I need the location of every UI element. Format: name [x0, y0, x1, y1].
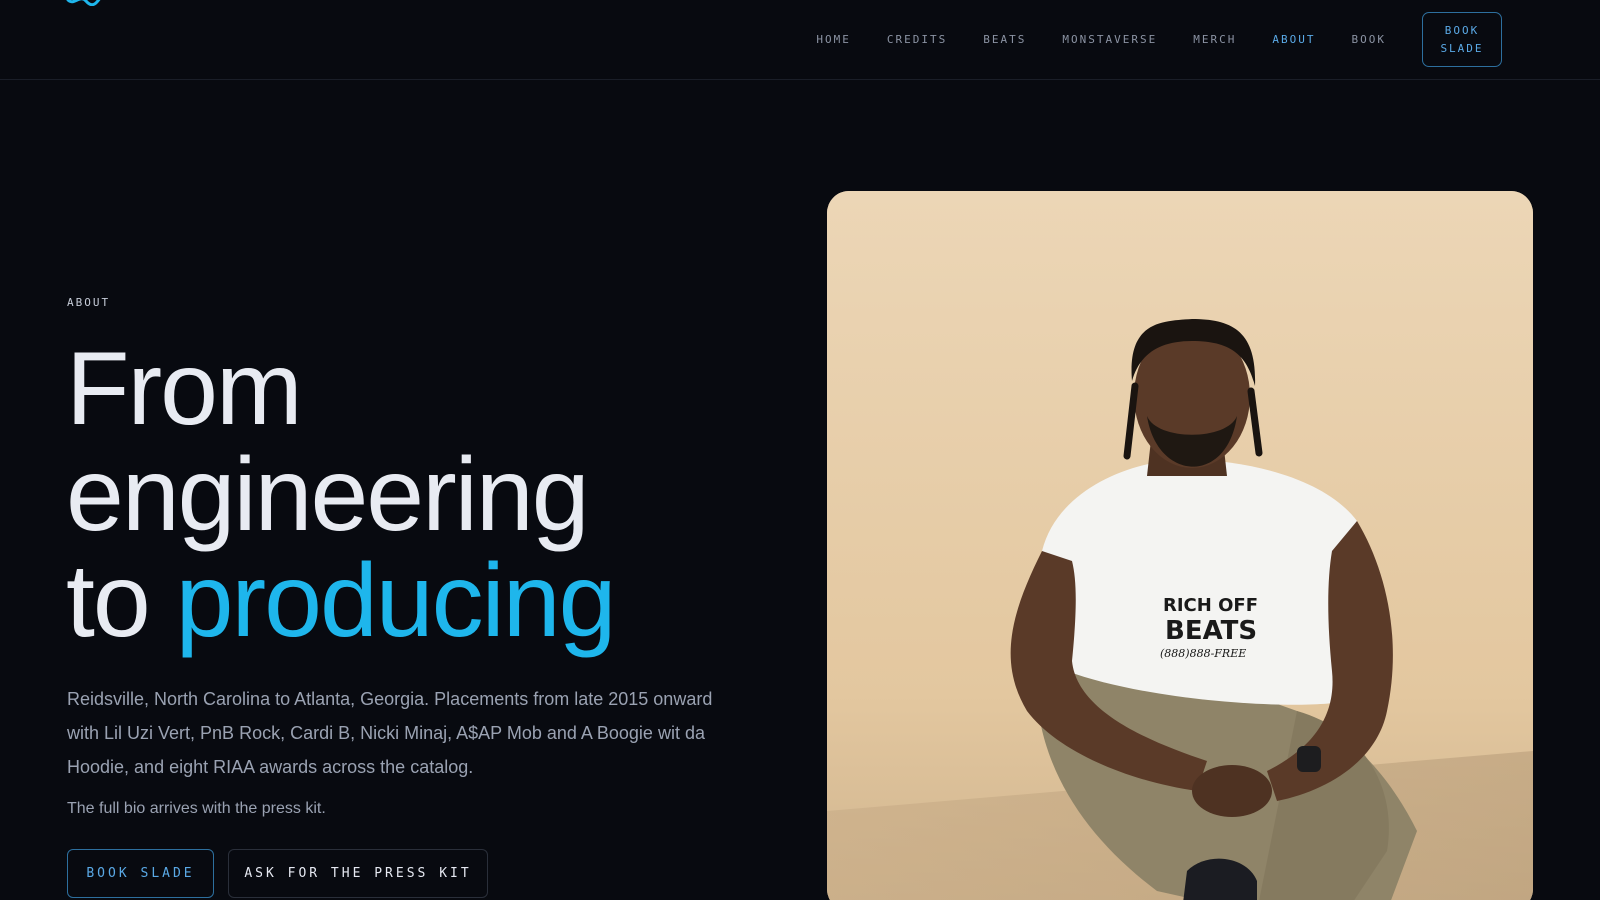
nav-cta-line1: BOOK [1444, 23, 1480, 37]
nav-cta-line2: SLADE [1440, 41, 1484, 55]
main-nav: HOME CREDITS BEATS MONSTAVERSE MERCH ABO… [816, 12, 1502, 67]
nav-credits[interactable]: CREDITS [887, 33, 947, 46]
nav-beats[interactable]: BEATS [983, 33, 1026, 46]
headline-line-1: From [66, 331, 303, 447]
shirt-print-line2: BEATS [1165, 616, 1257, 646]
hero-lede: Reidsville, North Carolina to Atlanta, G… [67, 689, 713, 777]
artist-photo: RICH OFF BEATS (888)888-FREE [827, 191, 1533, 900]
site-header: HOME CREDITS BEATS MONSTAVERSE MERCH ABO… [0, 0, 1600, 80]
artist-photo-illustration: RICH OFF BEATS (888)888-FREE [827, 191, 1533, 900]
nav-home[interactable]: HOME [816, 33, 851, 46]
brand-logo-icon[interactable] [66, 0, 102, 6]
nav-merch[interactable]: MERCH [1193, 33, 1236, 46]
press-kit-note: The full bio arrives with the press kit. [67, 800, 326, 817]
shirt-print-line1: RICH OFF [1163, 595, 1258, 616]
nav-about[interactable]: ABOUT [1272, 33, 1315, 46]
section-eyebrow: ABOUT [67, 296, 111, 309]
shirt-print-line3: (888)888-FREE [1160, 647, 1246, 660]
book-slade-button[interactable]: BOOK SLADE [67, 849, 214, 898]
nav-book[interactable]: BOOK [1352, 33, 1387, 46]
headline-line-2: engineering [66, 437, 590, 553]
headline-accent: producing [175, 543, 617, 659]
headline-plain: to [66, 543, 151, 659]
headline-line-3: to producing [66, 548, 786, 654]
book-slade-nav-button[interactable]: BOOK SLADE [1422, 12, 1502, 67]
hero-headline: From engineering to producing [66, 336, 786, 654]
press-kit-button[interactable]: ASK FOR THE PRESS KIT [228, 849, 488, 898]
nav-monstaverse[interactable]: MONSTAVERSE [1062, 33, 1157, 46]
